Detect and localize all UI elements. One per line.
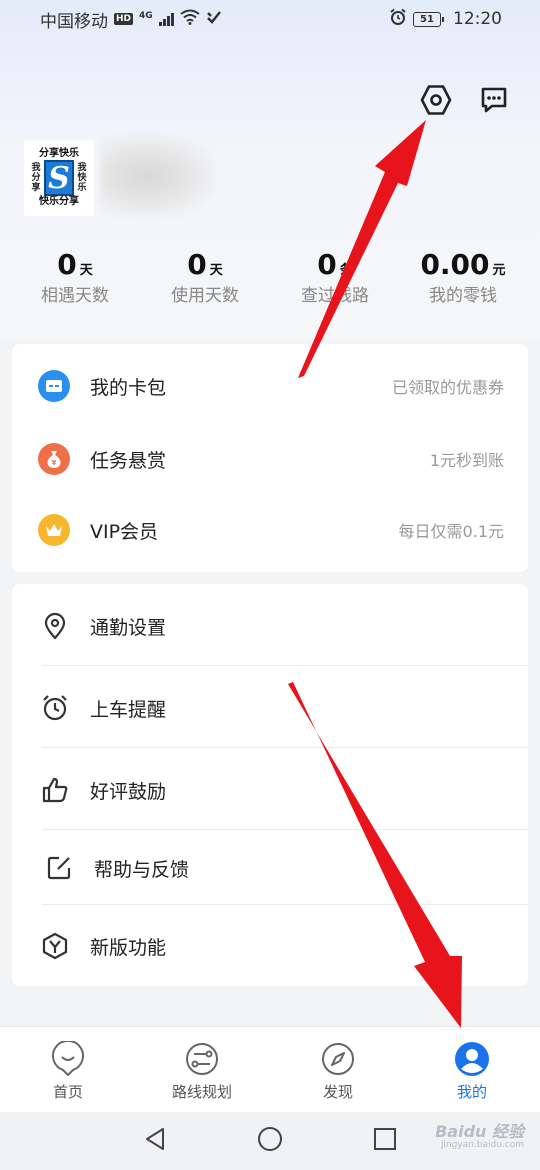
network-type: 4G bbox=[139, 10, 153, 21]
compass-icon bbox=[320, 1041, 356, 1077]
avatar-logo: S bbox=[44, 160, 74, 196]
home-button[interactable] bbox=[255, 1126, 285, 1156]
back-triangle-icon bbox=[143, 1126, 167, 1156]
stats-row: 0天 相遇天数 0天 使用天数 0条 查过线路 0.00 元 我的零钱 bbox=[0, 248, 540, 318]
recents-button[interactable] bbox=[370, 1126, 400, 1156]
menu-item-label: 通勤设置 bbox=[90, 616, 167, 639]
username-blurred[interactable] bbox=[100, 135, 215, 217]
tab-label: 发现 bbox=[322, 1083, 353, 1101]
stat-unit: 天 bbox=[79, 263, 93, 278]
stat-routes-viewed[interactable]: 0条 查过线路 bbox=[270, 248, 400, 308]
tab-route-planning[interactable]: 路线规划 bbox=[152, 1041, 252, 1102]
hd-badge: HD bbox=[114, 13, 134, 25]
stat-value: 0 bbox=[187, 248, 207, 281]
menu-item-boarding-reminder[interactable]: 上车提醒 bbox=[12, 680, 528, 736]
divider bbox=[42, 829, 528, 830]
avatar-text-left: 我分享 bbox=[31, 163, 41, 193]
stat-value: 0.00 bbox=[420, 248, 490, 281]
menu-item-label: 好评鼓励 bbox=[90, 780, 167, 803]
stat-meet-days[interactable]: 0天 相遇天数 bbox=[10, 248, 140, 308]
avatar-text-bottom: 快乐分享 bbox=[39, 196, 79, 207]
menu-item-help-feedback[interactable]: 帮助与反馈 bbox=[12, 840, 528, 896]
status-left: 中国移动 HD 4G bbox=[40, 7, 222, 32]
location-pin-icon bbox=[40, 611, 70, 641]
divider bbox=[42, 747, 528, 748]
divider bbox=[42, 904, 528, 905]
menu-item-rate-us[interactable]: 好评鼓励 bbox=[12, 762, 528, 818]
svg-text:¥: ¥ bbox=[52, 459, 57, 467]
profile-icon bbox=[454, 1041, 490, 1077]
stat-balance[interactable]: 0.00 元 我的零钱 bbox=[398, 248, 528, 308]
stat-unit: 条 bbox=[339, 263, 353, 278]
watermark: Baidu 经验 jingyan.baidu.com bbox=[435, 1118, 524, 1150]
menu-item-vip[interactable]: VIP会员 每日仅需0.1元 bbox=[12, 502, 528, 558]
tab-label: 首页 bbox=[52, 1083, 83, 1101]
menu-item-hint: 每日仅需0.1元 bbox=[398, 522, 504, 541]
menu-item-commute[interactable]: 通勤设置 bbox=[12, 598, 528, 654]
money-bag-icon: ¥ bbox=[38, 443, 70, 475]
menu-item-hint: 已领取的优惠券 bbox=[391, 378, 504, 397]
watermark-main: Baidu 经验 bbox=[435, 1122, 524, 1141]
status-right: 51 12:20 bbox=[389, 8, 502, 31]
thumbs-up-icon bbox=[40, 775, 70, 805]
edit-icon bbox=[44, 853, 74, 883]
menu-item-card-wallet[interactable]: 我的卡包 已领取的优惠券 bbox=[12, 358, 528, 414]
message-button[interactable] bbox=[474, 82, 514, 122]
wifi-icon bbox=[180, 9, 200, 30]
stat-label: 查过线路 bbox=[301, 286, 369, 306]
stat-label: 使用天数 bbox=[171, 286, 239, 306]
settings-card: 通勤设置 上车提醒 好评鼓励 帮助与反馈 新版功能 bbox=[12, 584, 528, 986]
menu-item-label: 新版功能 bbox=[90, 936, 167, 959]
home-icon bbox=[50, 1041, 86, 1077]
stat-label: 相遇天数 bbox=[41, 286, 109, 306]
stat-value: 0 bbox=[57, 248, 77, 281]
menu-item-hint: 1元秒到账 bbox=[429, 451, 504, 470]
avatar-text-top: 分享快乐 bbox=[39, 148, 79, 159]
card-wallet-icon bbox=[38, 370, 70, 402]
stat-label: 我的零钱 bbox=[429, 286, 497, 306]
home-circle-icon bbox=[257, 1126, 283, 1156]
bottom-tab-bar: 首页 路线规划 发现 我的 bbox=[0, 1026, 540, 1112]
vpn-icon bbox=[206, 9, 222, 29]
new-feature-icon bbox=[40, 931, 70, 961]
tab-home[interactable]: 首页 bbox=[18, 1041, 118, 1102]
tab-label: 路线规划 bbox=[171, 1083, 232, 1101]
watermark-sub: jingyan.baidu.com bbox=[440, 1140, 524, 1150]
battery-icon: 51 bbox=[413, 11, 444, 27]
route-icon bbox=[184, 1041, 220, 1077]
crown-icon bbox=[38, 514, 70, 546]
avatar-middle: 我分享 S 我快乐 bbox=[30, 160, 88, 196]
clock-time: 12:20 bbox=[453, 9, 502, 29]
menu-item-label: 任务悬赏 bbox=[90, 449, 167, 472]
status-bar: 中国移动 HD 4G 51 12:20 bbox=[0, 0, 540, 38]
settings-icon bbox=[419, 83, 453, 121]
divider bbox=[42, 665, 528, 666]
avatar-text-right: 我快乐 bbox=[77, 163, 87, 193]
menu-item-label: 帮助与反馈 bbox=[94, 858, 190, 881]
menu-item-label: VIP会员 bbox=[90, 520, 159, 543]
tab-discover[interactable]: 发现 bbox=[288, 1041, 388, 1102]
recents-square-icon bbox=[373, 1127, 397, 1155]
tab-mine[interactable]: 我的 bbox=[422, 1041, 522, 1102]
menu-item-label: 上车提醒 bbox=[90, 698, 167, 721]
stat-unit: 元 bbox=[492, 263, 506, 278]
menu-item-task-reward[interactable]: ¥ 任务悬赏 1元秒到账 bbox=[12, 431, 528, 487]
benefits-card: 我的卡包 已领取的优惠券 ¥ 任务悬赏 1元秒到账 VIP会员 每日仅需0.1元 bbox=[12, 344, 528, 572]
menu-item-label: 我的卡包 bbox=[90, 376, 167, 399]
stat-unit: 天 bbox=[209, 263, 223, 278]
settings-button[interactable] bbox=[416, 82, 456, 122]
message-icon bbox=[478, 84, 510, 120]
stat-use-days[interactable]: 0天 使用天数 bbox=[140, 248, 270, 308]
menu-item-new-features[interactable]: 新版功能 bbox=[12, 918, 528, 974]
stat-value: 0 bbox=[317, 248, 337, 281]
alarm-clock-icon bbox=[40, 693, 70, 723]
alarm-icon bbox=[389, 8, 407, 31]
signal-icon bbox=[158, 12, 174, 26]
avatar[interactable]: 分享快乐 我分享 S 我快乐 快乐分享 bbox=[24, 140, 94, 216]
back-button[interactable] bbox=[140, 1126, 170, 1156]
carrier-name: 中国移动 bbox=[40, 11, 108, 32]
tab-label: 我的 bbox=[456, 1083, 487, 1101]
